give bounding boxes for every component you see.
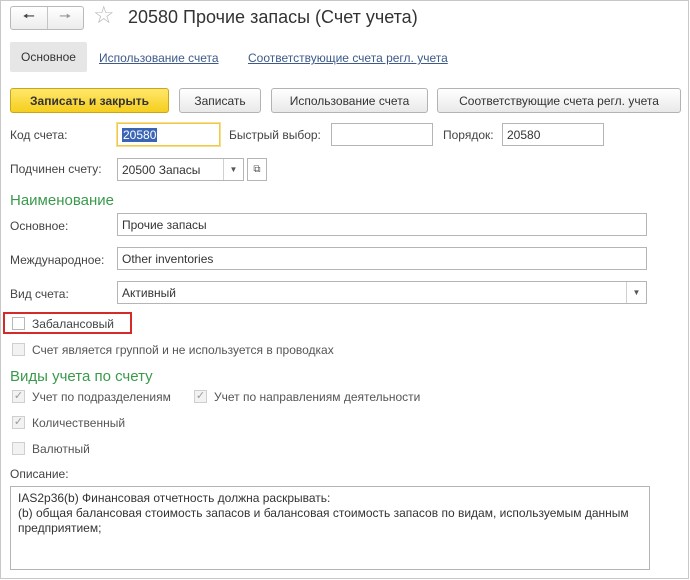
navigation-buttons: 🠔 🠖 [10,6,84,30]
save-button[interactable]: Записать [179,88,261,113]
by-activity-checkbox[interactable]: ✓ [194,390,207,403]
chevron-down-icon[interactable]: ▼ [626,282,646,303]
account-type-value: Активный [122,285,176,300]
offbalance-checkbox[interactable] [12,317,25,330]
main-name-input[interactable]: Прочие запасы [117,213,647,236]
parent-account-select[interactable]: 20500 Запасы ▼ [117,158,244,181]
arrow-right-icon: 🠖 [59,8,72,24]
account-type-label: Вид счета: [10,287,69,301]
arrow-left-icon: 🠔 [22,8,35,24]
is-group-checkbox[interactable] [12,343,25,356]
checkmark-icon: ✓ [13,390,24,402]
open-icon[interactable]: ⧉ [247,158,267,181]
save-and-close-button[interactable]: Записать и закрыть [10,88,169,113]
naming-section-header: Наименование [10,192,114,209]
parent-account-value: 20500 Запасы [122,162,201,177]
checkmark-icon: ✓ [13,416,24,428]
back-button[interactable]: 🠔 [11,7,47,29]
description-label: Описание: [10,467,69,481]
chevron-down-icon[interactable]: ▼ [223,159,243,180]
currency-checkbox[interactable] [12,442,25,455]
code-input[interactable]: 20580 [117,123,220,146]
by-department-label[interactable]: Учет по подразделениям [32,390,171,404]
accounting-section-header: Виды учета по счету [10,368,153,385]
account-usage-button[interactable]: Использование счета [271,88,428,113]
international-name-label: Международное: [10,253,105,267]
forward-button[interactable]: 🠖 [46,7,84,29]
order-input[interactable]: 20580 [502,123,604,146]
account-type-select[interactable]: Активный ▼ [117,281,647,304]
quick-select-input[interactable] [331,123,433,146]
code-value: 20580 [122,127,158,142]
checkmark-icon: ✓ [195,390,206,402]
is-group-label[interactable]: Счет является группой и не используется … [32,343,334,357]
international-name-input[interactable]: Other inventories [117,247,647,270]
description-textarea[interactable]: IAS2p36(b) Финансовая отчетность должна … [10,486,650,570]
window-title: 20580 Прочие запасы (Счет учета) [128,7,418,27]
main-name-label: Основное: [10,219,69,233]
quantitative-checkbox[interactable]: ✓ [12,416,25,429]
currency-label[interactable]: Валютный [32,442,90,456]
quantitative-label[interactable]: Количественный [32,416,125,430]
tab-corresponding-accounts[interactable]: Соответствующие счета регл. учета [248,51,448,65]
corresponding-accounts-button[interactable]: Соответствующие счета регл. учета [437,88,681,113]
quick-select-label: Быстрый выбор: [229,128,321,142]
tab-main[interactable]: Основное [10,42,87,72]
star-icon[interactable]: ☆ [93,4,115,28]
code-label: Код счета: [10,128,68,142]
parent-account-label: Подчинен счету: [10,162,102,176]
by-activity-label[interactable]: Учет по направлениям деятельности [214,390,420,404]
order-label: Порядок: [443,128,494,142]
by-department-checkbox[interactable]: ✓ [12,390,25,403]
tab-account-usage[interactable]: Использование счета [99,51,219,65]
offbalance-label[interactable]: Забалансовый [32,317,114,331]
